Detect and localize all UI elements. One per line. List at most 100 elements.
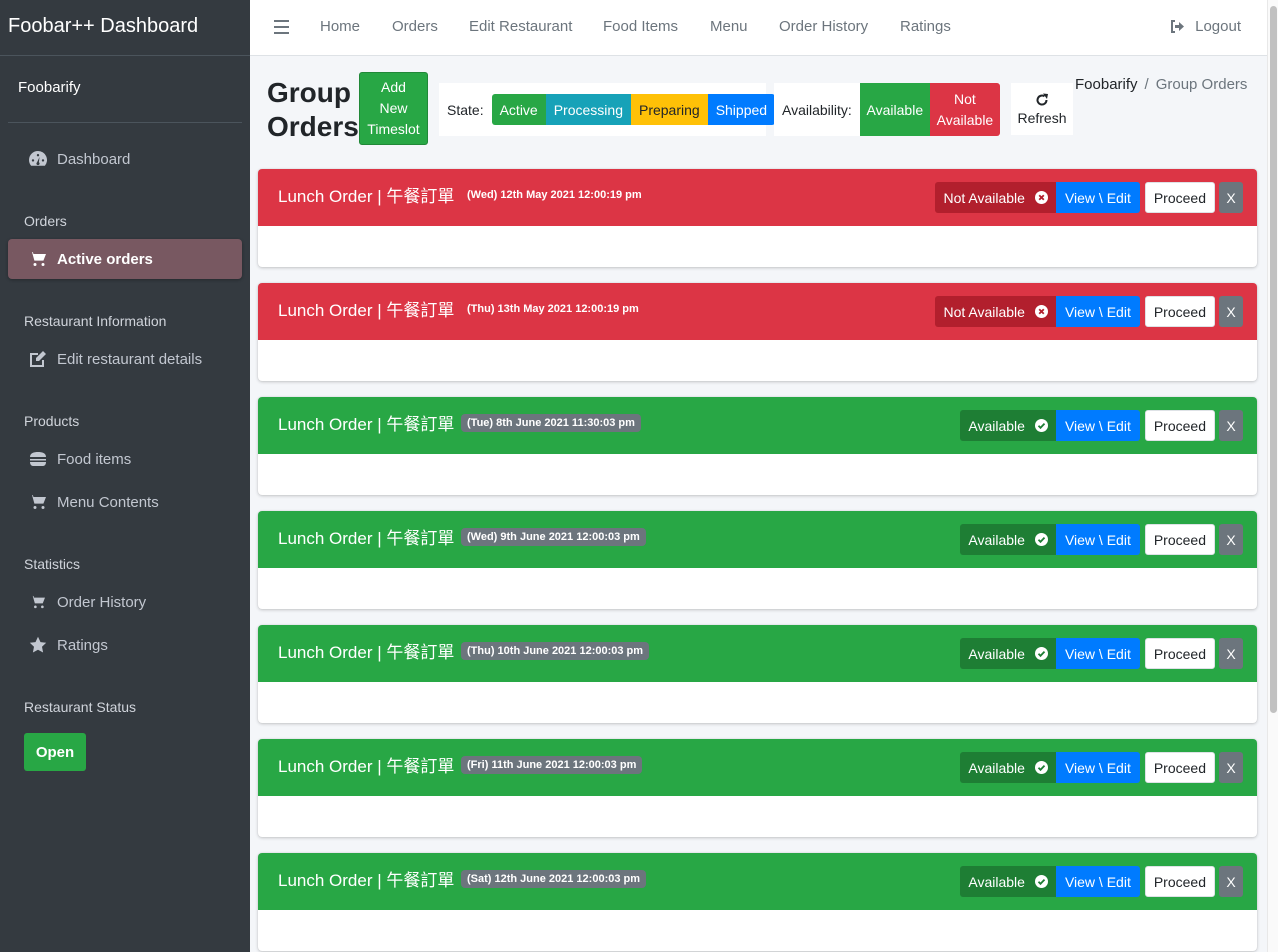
availability-status-label: Not Available (943, 189, 1025, 206)
order-card-header: Lunch Order | 午餐訂單 (Thu) 13th May 2021 12… (258, 283, 1257, 340)
sidebar-item-menu-contents[interactable]: Menu Contents (8, 482, 242, 522)
brand-title[interactable]: Foobar++ Dashboard (0, 0, 250, 56)
delete-order-button[interactable]: X (1219, 410, 1243, 441)
check-circle-icon (1030, 419, 1048, 432)
tachometer-icon (28, 149, 48, 169)
add-new-timeslot-button[interactable]: Add New Timeslot (359, 72, 428, 145)
order-title: Lunch Order | 午餐訂單 (278, 871, 455, 890)
proceed-button[interactable]: Proceed (1144, 866, 1215, 897)
sidebar-item-label: Food items (57, 450, 132, 468)
sidebar-item-label: Active orders (57, 250, 153, 268)
order-card-header: Lunch Order | 午餐訂單 (Sat) 12th June 2021 1… (258, 853, 1257, 910)
order-title: Lunch Order | 午餐訂單 (278, 529, 455, 548)
sidebar-item-food-items[interactable]: Food items (8, 439, 242, 479)
order-date-badge: (Tue) 8th June 2021 11:30:03 pm (461, 414, 641, 432)
delete-order-button[interactable]: X (1219, 182, 1243, 213)
nav-link-menu[interactable]: Menu (710, 18, 748, 35)
state-label: State: (447, 101, 484, 118)
order-card-header: Lunch Order | 午餐訂單 (Wed) 9th June 2021 12… (258, 511, 1257, 568)
order-card-tools: Available View \ Edit Proceed X (960, 752, 1243, 783)
order-date-badge: (Fri) 11th June 2021 12:00:03 pm (461, 756, 643, 774)
logout-button[interactable]: Logout (1169, 18, 1241, 35)
times-circle-icon (1030, 305, 1048, 318)
proceed-button[interactable]: Proceed (1144, 410, 1215, 441)
times-circle-icon (1030, 191, 1048, 204)
nav-link-food-items[interactable]: Food Items (603, 18, 678, 35)
state-preparing-badge: Preparing (630, 94, 708, 125)
not-available-line: Not (954, 90, 976, 107)
sidebar-item-label: Dashboard (57, 150, 131, 168)
order-card: Lunch Order | 午餐訂單 (Tue) 8th June 2021 11… (258, 397, 1257, 495)
proceed-button[interactable]: Proceed (1144, 524, 1215, 555)
availability-toggle-button[interactable]: Not Available (935, 296, 1056, 327)
breadcrumb-root[interactable]: Foobarify (1075, 76, 1138, 93)
order-date-badge: (Thu) 13th May 2021 12:00:19 pm (467, 303, 639, 315)
nav-link-edit-restaurant[interactable]: Edit Restaurant (469, 18, 572, 35)
view-edit-button[interactable]: View \ Edit (1055, 182, 1140, 213)
availability-toggle-button[interactable]: Not Available (935, 182, 1056, 213)
sidebar-item-dashboard[interactable]: Dashboard (8, 139, 242, 179)
proceed-button[interactable]: Proceed (1144, 752, 1215, 783)
user-name[interactable]: Foobarify (8, 56, 242, 123)
order-card-header: Lunch Order | 午餐訂單 (Thu) 10th June 2021 1… (258, 625, 1257, 682)
availability-toggle-button[interactable]: Available (960, 752, 1056, 783)
sidebar-item-label: Edit restaurant details (57, 350, 203, 368)
sidebar-item-label: Ratings (57, 636, 108, 654)
section-header-restaurant-info: Restaurant Information (24, 313, 167, 329)
nav-link-ratings[interactable]: Ratings (900, 18, 951, 35)
view-edit-button[interactable]: View \ Edit (1055, 638, 1140, 669)
add-button-line: New (379, 100, 408, 116)
view-edit-button[interactable]: View \ Edit (1055, 524, 1140, 555)
availability-status-label: Available (968, 759, 1025, 776)
view-edit-button[interactable]: View \ Edit (1055, 752, 1140, 783)
cart-icon (28, 249, 48, 269)
logout-label: Logout (1195, 18, 1241, 35)
delete-order-button[interactable]: X (1219, 866, 1243, 897)
view-edit-button[interactable]: View \ Edit (1055, 866, 1140, 897)
add-button-line: Add (381, 79, 406, 95)
sidebar: Foobar++ Dashboard Foobarify Dashboard O… (0, 0, 250, 952)
order-title: Lunch Order | 午餐訂單 (278, 643, 455, 662)
proceed-button[interactable]: Proceed (1144, 296, 1215, 327)
view-edit-button[interactable]: View \ Edit (1055, 410, 1140, 441)
availability-toggle-button[interactable]: Available (960, 524, 1056, 555)
proceed-button[interactable]: Proceed (1144, 638, 1215, 669)
proceed-button[interactable]: Proceed (1144, 182, 1215, 213)
order-card: Lunch Order | 午餐訂單 (Wed) 12th May 2021 12… (258, 169, 1257, 267)
section-header-products: Products (24, 413, 80, 429)
sidebar-item-order-history[interactable]: Order History (8, 582, 242, 622)
order-date-badge: (Thu) 10th June 2021 12:00:03 pm (461, 642, 650, 660)
cart-icon (28, 592, 48, 612)
availability-toggle-button[interactable]: Available (960, 638, 1056, 669)
sidebar-item-label: Order History (57, 593, 147, 611)
order-card-tools: Available View \ Edit Proceed X (960, 866, 1243, 897)
cart-icon (28, 492, 48, 512)
hamburger-icon (28, 449, 48, 469)
order-card: Lunch Order | 午餐訂單 (Wed) 9th June 2021 12… (258, 511, 1257, 609)
sidebar-item-edit-restaurant[interactable]: Edit restaurant details (8, 339, 242, 379)
sidebar-item-active-orders[interactable]: Active orders (8, 239, 242, 279)
nav-link-home[interactable]: Home (320, 18, 360, 35)
delete-order-button[interactable]: X (1219, 296, 1243, 327)
availability-toggle-button[interactable]: Available (960, 410, 1056, 441)
view-edit-button[interactable]: View \ Edit (1055, 296, 1140, 327)
nav-link-orders[interactable]: Orders (392, 18, 438, 35)
scrollbar-thumb[interactable] (1270, 6, 1277, 713)
page-title-line: Orders (267, 111, 359, 142)
refresh-button[interactable]: Refresh (1011, 83, 1073, 135)
sidebar-item-label: Menu Contents (57, 493, 159, 511)
menu-toggle-icon[interactable] (274, 20, 289, 34)
order-card: Lunch Order | 午餐訂單 (Thu) 13th May 2021 12… (258, 283, 1257, 381)
vertical-scrollbar[interactable] (1267, 0, 1278, 952)
availability-toggle-button[interactable]: Available (960, 866, 1056, 897)
nav-link-order-history[interactable]: Order History (779, 18, 868, 35)
add-button-line: Timeslot (367, 121, 420, 137)
refresh-label: Refresh (1017, 109, 1067, 126)
delete-order-button[interactable]: X (1219, 638, 1243, 669)
sidebar-item-ratings[interactable]: Ratings (8, 625, 242, 665)
order-card-tools: Not Available View \ Edit Proceed X (935, 296, 1243, 327)
order-card: Lunch Order | 午餐訂單 (Sat) 12th June 2021 1… (258, 853, 1257, 951)
delete-order-button[interactable]: X (1219, 752, 1243, 783)
delete-order-button[interactable]: X (1219, 524, 1243, 555)
restaurant-open-button[interactable]: Open (24, 733, 86, 771)
